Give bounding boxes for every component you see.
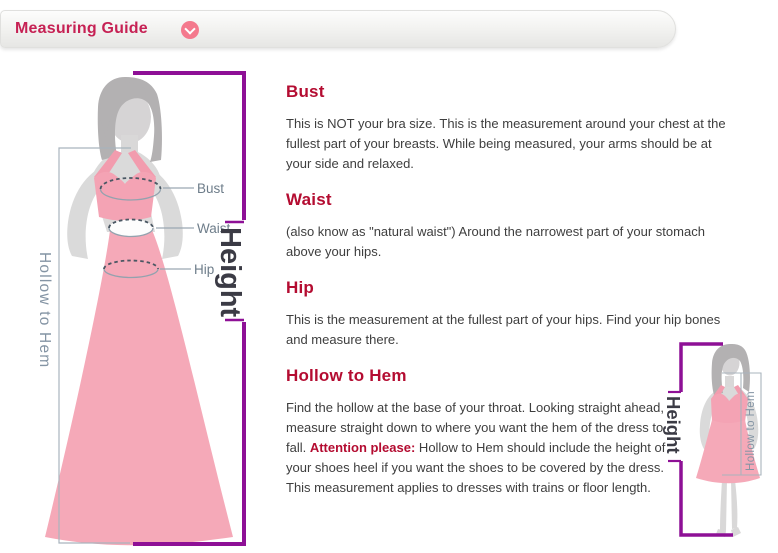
hip-label: Hip: [194, 262, 214, 277]
measuring-guide-header[interactable]: Measuring Guide: [0, 10, 676, 48]
section-heading-waist: Waist: [286, 190, 741, 210]
chevron-down-icon[interactable]: [181, 21, 199, 39]
small-figure-leg-right: [731, 480, 737, 529]
measuring-figure-large: Bust Waist Hip Hollow to Hem Height: [18, 60, 268, 553]
measuring-figure-small: Hollow to Hem Height: [650, 330, 778, 553]
section-heading-hip: Hip: [286, 278, 741, 298]
measuring-guide-page: Measuring Guide Bust: [0, 0, 778, 553]
bust-label: Bust: [197, 181, 224, 196]
measuring-diagram-small: Hollow to Hem Height: [650, 330, 778, 553]
small-figure-leg-left: [720, 480, 727, 531]
height-label: Height: [214, 227, 246, 318]
section-body-waist: (also know as "natural waist") Around th…: [286, 222, 736, 262]
hollow-to-hem-label: Hollow to Hem: [36, 252, 53, 368]
section-body-bust: This is NOT your bra size. This is the m…: [286, 114, 736, 174]
small-hollow-to-hem-label: Hollow to Hem: [745, 391, 757, 471]
section-body-hollow-to-hem: Find the hollow at the base of your thro…: [286, 398, 682, 498]
page-title: Measuring Guide: [15, 20, 148, 38]
measuring-diagram-main: Bust Waist Hip Hollow to Hem Height: [18, 60, 268, 553]
small-height-label: Height: [663, 396, 684, 454]
attention-label: Attention please:: [310, 440, 415, 455]
section-heading-bust: Bust: [286, 82, 741, 102]
